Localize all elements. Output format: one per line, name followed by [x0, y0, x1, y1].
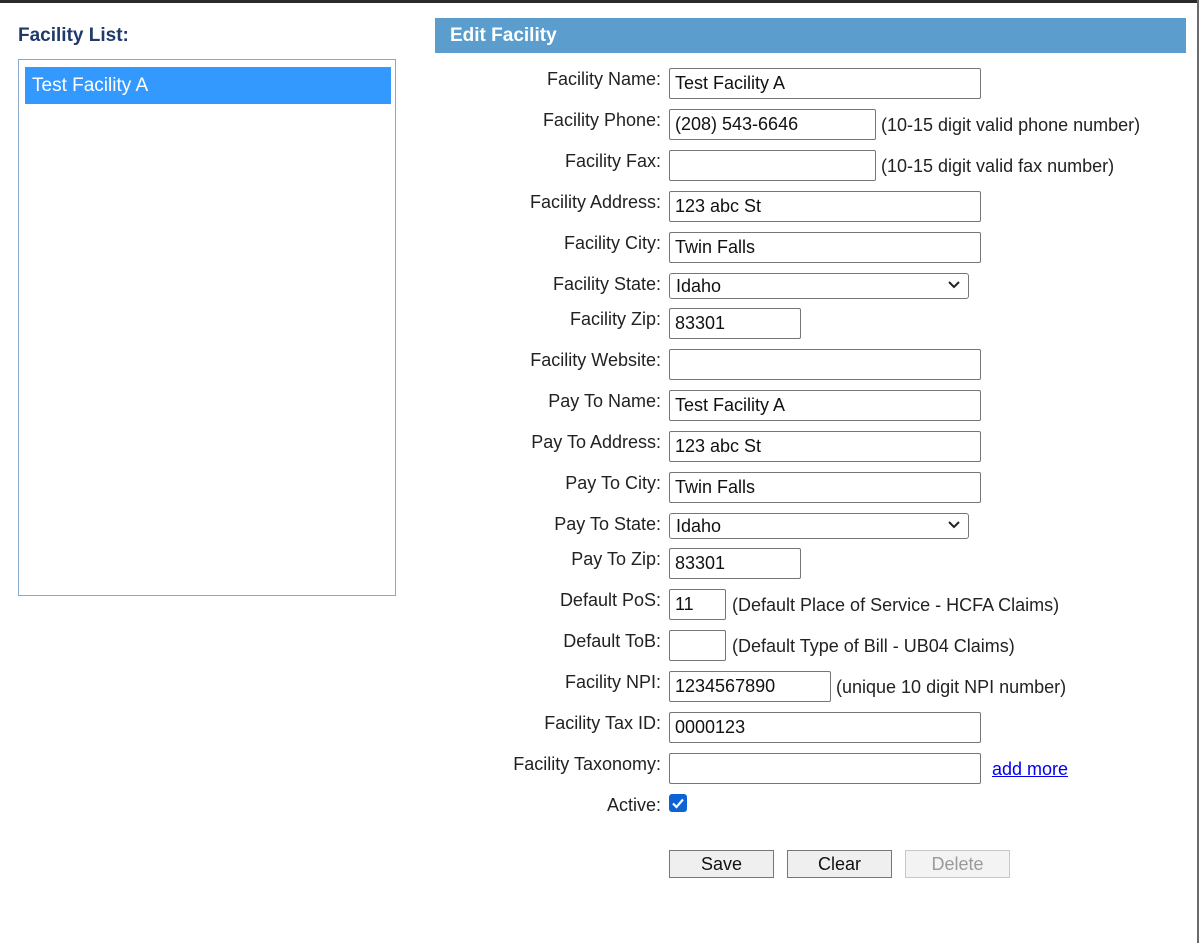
- add-more-link[interactable]: add more: [992, 759, 1068, 780]
- row-facility-name: Facility Name:: [435, 68, 1195, 100]
- facility-state-label: Facility State:: [552, 274, 661, 294]
- facility-state-select[interactable]: Idaho: [669, 273, 969, 299]
- pay-to-name-input[interactable]: [669, 390, 981, 421]
- row-facility-website: Facility Website:: [435, 349, 1195, 381]
- facility-name-label: Facility Name:: [546, 69, 661, 89]
- facility-phone-label: Facility Phone:: [542, 110, 661, 130]
- row-pay-to-name: Pay To Name:: [435, 390, 1195, 422]
- chevron-down-icon: [948, 521, 960, 529]
- row-facility-state: Facility State: Idaho: [435, 273, 1195, 305]
- row-default-pos: Default PoS: (Default Place of Service -…: [435, 589, 1195, 621]
- pay-to-zip-input[interactable]: [669, 548, 801, 579]
- facility-npi-label: Facility NPI:: [564, 672, 661, 692]
- facility-city-label: Facility City:: [563, 233, 661, 253]
- pay-to-state-value: Idaho: [676, 516, 722, 536]
- facility-list-title: Facility List:: [18, 25, 129, 46]
- default-tob-input[interactable]: [669, 630, 726, 661]
- row-facility-phone: Facility Phone: (10-15 digit valid phone…: [435, 109, 1195, 141]
- default-pos-hint: (Default Place of Service - HCFA Claims): [732, 595, 1060, 615]
- row-facility-city: Facility City:: [435, 232, 1195, 264]
- save-button[interactable]: Save: [669, 850, 774, 878]
- pay-to-zip-label: Pay To Zip:: [571, 549, 661, 569]
- row-facility-taxonomy: Facility Taxonomy: add more: [435, 753, 1195, 785]
- facility-address-label: Facility Address:: [529, 192, 661, 212]
- row-facility-tax-id: Facility Tax ID:: [435, 712, 1195, 744]
- row-facility-fax: Facility Fax: (10-15 digit valid fax num…: [435, 150, 1195, 182]
- facility-npi-hint: (unique 10 digit NPI number): [836, 677, 1067, 697]
- pay-to-address-label: Pay To Address:: [531, 432, 661, 452]
- row-pay-to-address: Pay To Address:: [435, 431, 1195, 463]
- row-pay-to-state: Pay To State: Idaho: [435, 513, 1195, 545]
- facility-fax-label: Facility Fax:: [564, 151, 661, 171]
- facility-zip-label: Facility Zip:: [569, 309, 661, 329]
- pay-to-name-label: Pay To Name:: [548, 391, 661, 411]
- facility-tax-id-input[interactable]: [669, 712, 981, 743]
- pay-to-state-label: Pay To State:: [554, 514, 661, 534]
- default-pos-input[interactable]: [669, 589, 726, 620]
- facility-state-value: Idaho: [676, 276, 722, 296]
- facility-fax-input[interactable]: [669, 150, 876, 181]
- row-active: Active:: [435, 794, 1195, 826]
- checkmark-icon: [672, 798, 684, 809]
- pay-to-address-input[interactable]: [669, 431, 981, 462]
- row-pay-to-zip: Pay To Zip:: [435, 548, 1195, 580]
- facility-website-label: Facility Website:: [530, 350, 661, 370]
- facility-taxonomy-label: Facility Taxonomy:: [513, 754, 661, 774]
- facility-website-input[interactable]: [669, 349, 981, 380]
- row-facility-npi: Facility NPI: (unique 10 digit NPI numbe…: [435, 671, 1195, 703]
- clear-button[interactable]: Clear: [787, 850, 892, 878]
- row-facility-address: Facility Address:: [435, 191, 1195, 223]
- facility-tax-id-label: Facility Tax ID:: [544, 713, 661, 733]
- facility-taxonomy-input[interactable]: [669, 753, 981, 784]
- facility-zip-input[interactable]: [669, 308, 801, 339]
- row-default-tob: Default ToB: (Default Type of Bill - UB0…: [435, 630, 1195, 662]
- default-pos-label: Default PoS:: [559, 590, 661, 610]
- pay-to-city-label: Pay To City:: [565, 473, 661, 493]
- facility-phone-input[interactable]: [669, 109, 876, 140]
- delete-button[interactable]: Delete: [905, 850, 1010, 878]
- pay-to-state-select[interactable]: Idaho: [669, 513, 969, 539]
- facility-fax-hint: (10-15 digit valid fax number): [881, 156, 1115, 176]
- facility-list-item[interactable]: Test Facility A: [25, 67, 391, 104]
- default-tob-label: Default ToB:: [563, 631, 661, 651]
- row-facility-zip: Facility Zip:: [435, 308, 1195, 340]
- facility-npi-input[interactable]: [669, 671, 831, 702]
- facility-city-input[interactable]: [669, 232, 981, 263]
- row-pay-to-city: Pay To City:: [435, 472, 1195, 504]
- pay-to-city-input[interactable]: [669, 472, 981, 503]
- facility-name-input[interactable]: [669, 68, 981, 99]
- window-top-border: [0, 0, 1199, 3]
- chevron-down-icon: [948, 281, 960, 289]
- facility-address-input[interactable]: [669, 191, 981, 222]
- edit-facility-header: Edit Facility: [435, 18, 1186, 53]
- facility-list: Test Facility A: [18, 59, 396, 596]
- active-label: Active:: [606, 795, 661, 815]
- facility-phone-hint: (10-15 digit valid phone number): [881, 115, 1141, 135]
- active-checkbox[interactable]: [669, 794, 687, 812]
- default-tob-hint: (Default Type of Bill - UB04 Claims): [732, 636, 1015, 656]
